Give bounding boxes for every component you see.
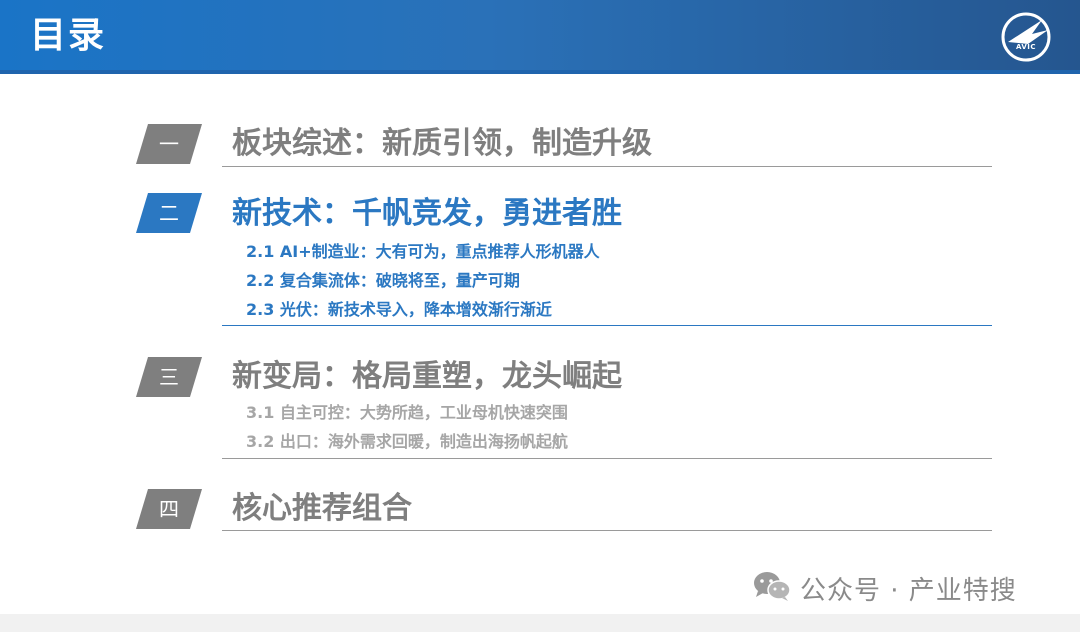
- watermark-text: 公众号 · 产业特搜: [800, 575, 1017, 606]
- section-3-subitem-1: 3.1 自主可控：大势所趋，工业母机快速突围: [246, 403, 568, 422]
- section-4-divider: [222, 530, 992, 531]
- section-1-badge: 一: [136, 124, 202, 164]
- logo-text: AVIC: [1015, 43, 1037, 51]
- section-3-badge: 三: [136, 357, 202, 397]
- section-2-badge: 二: [136, 193, 202, 233]
- footer-bar: [0, 614, 1080, 632]
- section-3-title: 新变局：格局重塑，龙头崛起: [232, 359, 622, 394]
- section-1-divider: [222, 166, 992, 167]
- section-2-subitem-3: 2.3 光伏：新技术导入，降本增效渐行渐近: [246, 300, 552, 319]
- section-2-title: 新技术：千帆竞发，勇进者胜: [232, 196, 622, 231]
- section-2-divider: [222, 325, 992, 326]
- section-1-title: 板块综述：新质引领，制造升级: [232, 126, 652, 161]
- wechat-icon: [752, 569, 792, 607]
- header-bar: [0, 0, 1080, 70]
- section-4-badge: 四: [136, 489, 202, 529]
- watermark: 公众号 · 产业特搜: [752, 568, 1017, 608]
- section-2-subitem-2: 2.2 复合集流体：破晓将至，量产可期: [246, 271, 520, 290]
- section-3-subitem-2: 3.2 出口：海外需求回暖，制造出海扬帆起航: [246, 432, 568, 451]
- section-4-title: 核心推荐组合: [232, 491, 412, 526]
- avic-logo-icon: AVIC: [998, 12, 1054, 62]
- page-title: 目录: [30, 15, 107, 56]
- header-divider: [0, 70, 1080, 74]
- section-2-subitem-1: 2.1 AI+制造业：大有可为，重点推荐人形机器人: [246, 242, 600, 261]
- section-3-divider: [222, 458, 992, 459]
